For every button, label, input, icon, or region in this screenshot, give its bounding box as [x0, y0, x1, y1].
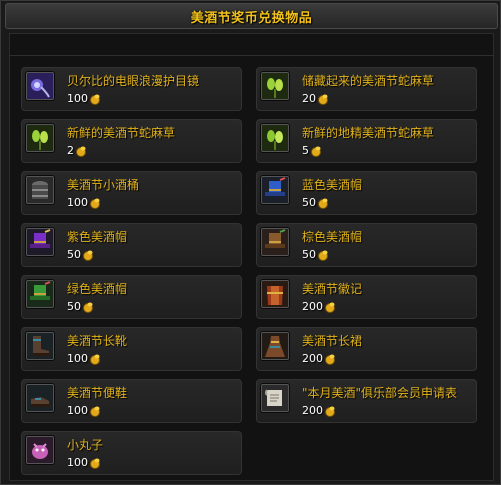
price-value: 100 — [67, 352, 88, 365]
item-price: 50 — [67, 248, 94, 261]
item-name: 储藏起来的美酒节蛇麻草 — [302, 74, 435, 88]
item-name: 新鲜的美酒节蛇麻草 — [67, 126, 176, 140]
shoes-icon — [26, 384, 54, 412]
price-value: 100 — [67, 196, 88, 209]
brewfest-token-icon — [89, 457, 101, 469]
vendor-item-membership-form[interactable]: "本月美酒"俱乐部会员申请表 200 — [256, 379, 477, 423]
item-price: 200 — [302, 404, 336, 417]
brewfest-token-icon — [317, 249, 329, 261]
price-value: 50 — [67, 300, 81, 313]
brown-hat-icon — [261, 228, 289, 256]
hops-icon — [261, 124, 289, 152]
item-price: 50 — [67, 300, 94, 313]
vendor-item-tabard[interactable]: 美酒节徽记 200 — [256, 275, 477, 319]
vendor-item-shoes[interactable]: 美酒节便鞋 100 — [21, 379, 242, 423]
item-name: 小丸子 — [67, 438, 104, 452]
hops-icon — [261, 72, 289, 100]
vendor-item-blue-hat[interactable]: 蓝色美酒帽 50 — [256, 171, 477, 215]
item-name: 美酒节徽记 — [302, 282, 363, 296]
divider — [9, 55, 494, 56]
item-name: 美酒节小酒桶 — [67, 178, 140, 192]
vendor-item-goggles[interactable]: 贝尔比的电眼浪漫护目镜 100 — [21, 67, 242, 111]
keg-icon — [26, 176, 54, 204]
green-hat-icon — [26, 280, 54, 308]
boots-icon — [26, 332, 54, 360]
brewfest-token-icon — [324, 405, 336, 417]
item-price: 50 — [302, 248, 329, 261]
vendor-item-boots[interactable]: 美酒节长靴 100 — [21, 327, 242, 371]
item-name: "本月美酒"俱乐部会员申请表 — [302, 386, 458, 400]
goggles-icon — [26, 72, 54, 100]
item-price: 200 — [302, 352, 336, 365]
item-name: 绿色美酒帽 — [67, 282, 128, 296]
price-value: 50 — [302, 248, 316, 261]
price-value: 50 — [302, 196, 316, 209]
item-price: 2 — [67, 144, 87, 157]
vendor-item-dress[interactable]: 美酒节长裙 200 — [256, 327, 477, 371]
title-bar[interactable]: 美酒节奖币兑换物品 — [5, 3, 498, 29]
brewfest-token-icon — [82, 301, 94, 313]
brewfest-token-icon — [89, 405, 101, 417]
price-value: 5 — [302, 144, 309, 157]
item-price: 200 — [302, 300, 336, 313]
item-name: 美酒节长靴 — [67, 334, 128, 348]
item-price: 100 — [67, 404, 101, 417]
vendor-item-stored-hops[interactable]: 储藏起来的美酒节蛇麻草 20 — [256, 67, 477, 111]
price-value: 100 — [67, 92, 88, 105]
item-price: 100 — [67, 352, 101, 365]
vendor-item-fresh-goblin-hops[interactable]: 新鲜的地精美酒节蛇麻草 5 — [256, 119, 477, 163]
tabard-icon — [261, 280, 289, 308]
price-value: 100 — [67, 404, 88, 417]
window-title: 美酒节奖币兑换物品 — [190, 10, 313, 26]
brewfest-token-icon — [324, 301, 336, 313]
item-price: 20 — [302, 92, 329, 105]
brewfest-token-icon — [317, 93, 329, 105]
item-name: 紫色美酒帽 — [67, 230, 128, 244]
vendor-item-brown-hat[interactable]: 棕色美酒帽 50 — [256, 223, 477, 267]
brewfest-token-icon — [82, 249, 94, 261]
item-price: 5 — [302, 144, 322, 157]
price-value: 50 — [67, 248, 81, 261]
item-price: 100 — [67, 456, 101, 469]
item-name: 贝尔比的电眼浪漫护目镜 — [67, 74, 200, 88]
price-value: 100 — [67, 456, 88, 469]
dress-icon — [261, 332, 289, 360]
item-price: 100 — [67, 196, 101, 209]
item-name: 美酒节长裙 — [302, 334, 363, 348]
brewfest-token-icon — [89, 353, 101, 365]
purple-hat-icon — [26, 228, 54, 256]
pet-icon — [26, 436, 54, 464]
item-name: 新鲜的地精美酒节蛇麻草 — [302, 126, 435, 140]
vendor-item-fresh-hops[interactable]: 新鲜的美酒节蛇麻草 2 — [21, 119, 242, 163]
price-value: 2 — [67, 144, 74, 157]
vendor-window: 美酒节奖币兑换物品 贝尔比的电眼浪漫护目镜 100 储藏起来的美酒节蛇麻草 20… — [0, 0, 501, 485]
hops-icon — [26, 124, 54, 152]
item-price: 50 — [302, 196, 329, 209]
blue-hat-icon — [261, 176, 289, 204]
price-value: 20 — [302, 92, 316, 105]
price-value: 200 — [302, 404, 323, 417]
brewfest-token-icon — [89, 93, 101, 105]
brewfest-token-icon — [310, 145, 322, 157]
vendor-item-keg[interactable]: 美酒节小酒桶 100 — [21, 171, 242, 215]
item-price: 100 — [67, 92, 101, 105]
price-value: 200 — [302, 300, 323, 313]
item-name: 美酒节便鞋 — [67, 386, 128, 400]
vendor-item-pet[interactable]: 小丸子 100 — [21, 431, 242, 475]
scroll-icon — [261, 384, 289, 412]
vendor-item-purple-hat[interactable]: 紫色美酒帽 50 — [21, 223, 242, 267]
brewfest-token-icon — [324, 353, 336, 365]
brewfest-token-icon — [89, 197, 101, 209]
brewfest-token-icon — [75, 145, 87, 157]
item-name: 蓝色美酒帽 — [302, 178, 363, 192]
brewfest-token-icon — [317, 197, 329, 209]
vendor-item-green-hat[interactable]: 绿色美酒帽 50 — [21, 275, 242, 319]
price-value: 200 — [302, 352, 323, 365]
item-name: 棕色美酒帽 — [302, 230, 363, 244]
